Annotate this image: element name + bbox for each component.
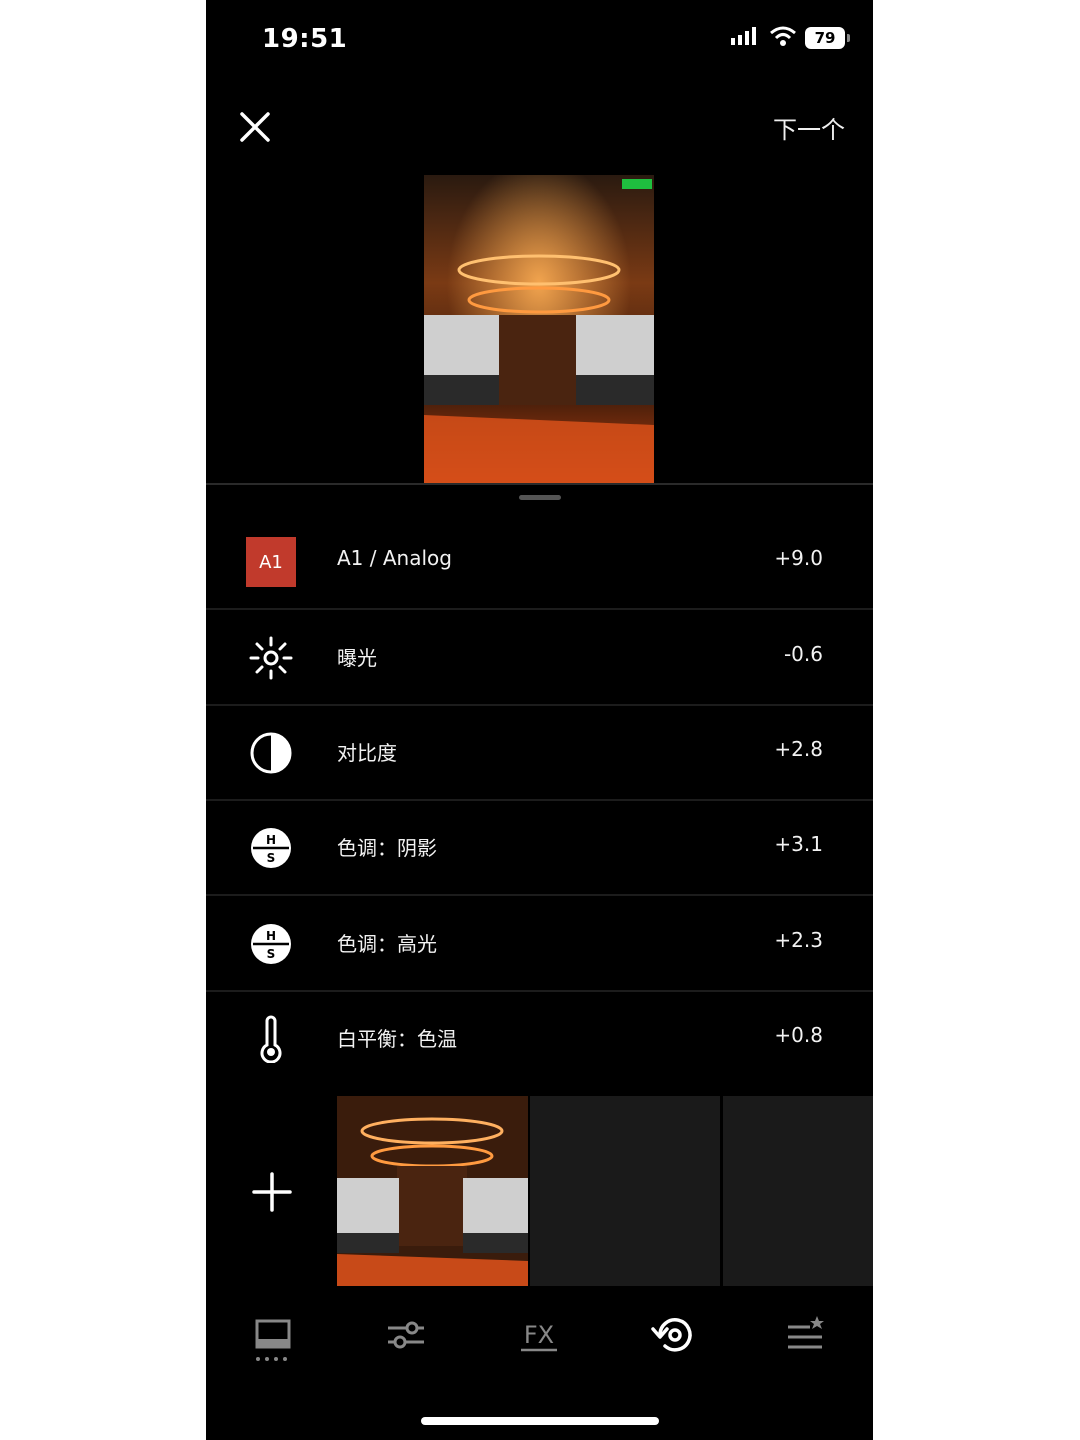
exposure-sun-icon: [246, 633, 296, 683]
home-indicator[interactable]: [421, 1417, 659, 1425]
status-time: 19:51: [262, 24, 348, 54]
adjustment-value: +0.8: [774, 1023, 823, 1047]
svg-text:H: H: [266, 929, 276, 943]
svg-text:FX: FX: [524, 1321, 554, 1349]
phone-screen: 19:51 79 下一个 A1 A1 / Analog +9.0 曝光 -0.6…: [206, 0, 873, 1440]
adjustment-row-exposure[interactable]: 曝光 -0.6: [206, 610, 873, 706]
thermometer-icon: [246, 1014, 296, 1064]
tab-effects[interactable]: FX: [509, 1305, 569, 1365]
cellular-signal-icon: [731, 27, 761, 49]
preset-badge: A1: [246, 537, 296, 587]
recipe-thumbnail-image: [337, 1096, 528, 1286]
adjustment-value: +2.8: [774, 737, 823, 761]
plus-icon: [252, 1172, 292, 1212]
recipes-icon: [788, 1316, 824, 1349]
empty-recipe-slot[interactable]: [530, 1096, 720, 1286]
bottom-toolbar: FX: [206, 1305, 873, 1375]
adjustment-label: 对比度: [337, 741, 397, 765]
hsl-icon: H S: [246, 919, 296, 969]
svg-text:H: H: [266, 833, 276, 847]
add-recipe-button[interactable]: [250, 1170, 294, 1214]
adjustment-label: 色调：阴影: [337, 836, 437, 860]
presets-icon: [255, 1319, 291, 1349]
next-button[interactable]: 下一个: [773, 110, 845, 145]
tab-recipes[interactable]: [776, 1305, 836, 1365]
tab-presets[interactable]: [243, 1305, 303, 1365]
adjustment-label: 色调：高光: [337, 932, 437, 956]
photo-preview-image: [424, 175, 654, 483]
adjustment-label: A1 / Analog: [337, 546, 452, 570]
tab-adjust[interactable]: [376, 1305, 436, 1365]
history-icon: [651, 1318, 692, 1352]
adjustment-row-tone-highlights[interactable]: H S 色调：高光 +2.3: [206, 896, 873, 992]
adjustment-value: +3.1: [774, 832, 823, 856]
adjustment-row-contrast[interactable]: 对比度 +2.8: [206, 705, 873, 801]
adjustment-value: +2.3: [774, 928, 823, 952]
adjustment-value: -0.6: [783, 642, 823, 666]
adjustment-label: 白平衡：色温: [337, 1027, 457, 1051]
adjustment-row-tone-shadows[interactable]: H S 色调：阴影 +3.1: [206, 800, 873, 896]
tab-history[interactable]: [644, 1305, 704, 1365]
adjustment-row-preset[interactable]: A1 A1 / Analog +9.0: [206, 514, 873, 610]
adjustment-row-white-balance[interactable]: 白平衡：色温 +0.8: [206, 991, 873, 1085]
sliders-icon: [388, 1321, 424, 1349]
empty-recipe-slot[interactable]: [723, 1096, 873, 1286]
photo-preview[interactable]: [424, 175, 654, 483]
adjustment-value: +9.0: [774, 546, 823, 570]
fx-icon: FX: [521, 1321, 557, 1352]
wifi-icon: [769, 26, 797, 50]
adjustment-label: 曝光: [337, 646, 377, 670]
presets-page-indicator: [256, 1357, 287, 1361]
battery-indicator: 79: [805, 27, 850, 49]
recipe-thumbnail[interactable]: [337, 1096, 528, 1286]
contrast-icon: [246, 728, 296, 778]
close-icon: [240, 112, 270, 142]
svg-text:S: S: [267, 947, 276, 961]
close-button[interactable]: [234, 106, 276, 148]
panel-divider: [206, 483, 873, 485]
hsl-icon: H S: [246, 823, 296, 873]
panel-drag-handle[interactable]: [519, 495, 561, 500]
status-icons: 79: [731, 26, 850, 50]
svg-text:S: S: [267, 851, 276, 865]
